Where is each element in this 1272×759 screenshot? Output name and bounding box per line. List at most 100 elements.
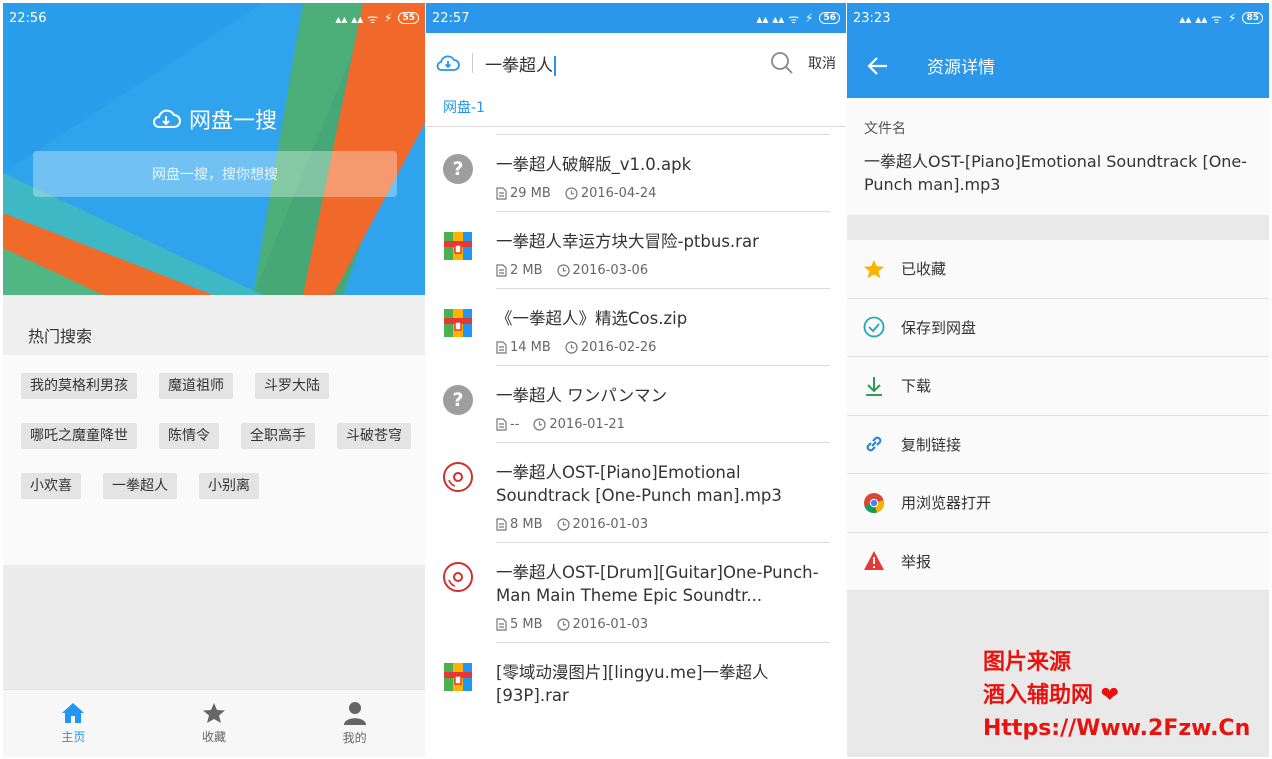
hero-banner: 22:56 ▴▴ ▴▴ ᯤ ⚡ 55 网盘一搜 网盘一搜，搜你想搜 [3,3,425,295]
search-icon[interactable] [770,51,794,75]
brand-text: 网盘一搜 [188,109,277,134]
hot-tag[interactable]: 全职高手 [241,423,315,449]
result-meta: 8 MB 2016-01-03 [496,517,830,532]
file-icon [496,187,507,200]
report-action[interactable]: 举报 [847,533,1269,591]
file-icon [496,518,507,531]
result-item[interactable]: 一拳超人幸运方块大冒险-ptbus.rar 2 MB 2016-03-06 [444,211,830,288]
clock-icon [556,618,570,631]
hot-tag[interactable]: 小别离 [199,473,259,499]
archive-icon [442,230,474,262]
watermark-line: 图片来源 [983,650,1072,675]
file-icon [496,341,507,354]
hot-tag[interactable]: 小欢喜 [21,473,81,499]
result-item[interactable]: ? 一拳超人 ワンパンマン -- 2016-01-21 [443,365,830,442]
unknown-file-icon: ? [442,384,474,416]
link-icon [866,436,882,452]
result-item[interactable]: 一拳超人OST-[Piano]Emotional Soundtrack [One… [443,442,830,542]
page-title: 资源详情 [927,58,995,78]
result-item[interactable]: [零域动漫图片][lingyu.me]一拳超人[93P].rar [444,642,830,717]
hot-tag[interactable]: 陈情令 [159,423,219,449]
file-date: 2016-03-06 [556,263,649,278]
nav-favorites[interactable]: 收藏 [144,690,285,757]
result-item[interactable]: 《一拳超人》精选Cos.zip 14 MB 2016-02-26 [444,288,830,365]
battery-badge: 56 [819,12,840,24]
search-bar: 一拳超人 取消 [426,33,846,93]
result-title: 一拳超人OST-[Piano]Emotional Soundtrack [One… [496,463,782,505]
file-date-value: 2016-01-03 [572,617,649,632]
watermark: 图片来源 酒入辅助网 ❤ Https://Www.2Fzw.Cn [983,646,1250,745]
open-in-browser-label: 用浏览器打开 [901,494,992,513]
hot-tag[interactable]: 斗罗大陆 [255,373,329,399]
open-in-browser-action[interactable]: 用浏览器打开 [847,474,1269,533]
watermark-line: 酒入辅助网 ❤ [983,683,1120,708]
hot-tag-list: 我的莫格利男孩 魔道祖师 斗罗大陆 哪吒之魔童降世 陈情令 全职高手 斗破苍穹 … [3,355,425,565]
charging-icon: ⚡ [805,11,814,25]
unknown-file-icon: ? [442,153,474,185]
nav-home[interactable]: 主页 [3,690,144,757]
chrome-icon [864,492,885,513]
back-arrow-icon[interactable] [867,56,889,76]
file-info: 文件名 一拳超人OST-[Piano]Emotional Soundtrack … [847,98,1269,215]
app-bar: 资源详情 [847,33,1269,98]
search-results-screen: 22:57 ▴▴ ▴▴ ᯤ ⚡ 56 一拳超人 取消 网盘-1 ? 一拳超人破解版… [426,3,846,757]
status-time: 22:57 [432,10,470,26]
archive-icon [442,307,474,339]
battery-badge: 55 [398,12,419,24]
status-icons: ▴▴ ▴▴ ᯤ ⚡ 55 [335,10,419,27]
watermark-line: Https://Www.2Fzw.Cn [983,716,1251,741]
file-date-value: 2016-03-06 [572,263,649,278]
hot-search-heading: 热门搜索 [3,295,425,355]
result-title: 一拳超人 ワンパンマン [496,386,668,405]
text-cursor [554,55,556,76]
hot-tag[interactable]: 一拳超人 [103,473,177,499]
save-to-disk-label: 保存到网盘 [901,318,977,337]
status-icons: ▴▴ ▴▴ ᯤ ⚡ 85 [1179,10,1263,27]
file-date-value: 2016-01-03 [572,517,649,532]
status-bar: 22:56 ▴▴ ▴▴ ᯤ ⚡ 55 [3,3,425,33]
file-icon [496,264,507,277]
hot-tag[interactable]: 斗破苍穹 [337,423,411,449]
result-item[interactable]: ? 一拳超人破解版_v1.0.apk 29 MB 2016-04-24 [443,134,830,211]
hot-tag[interactable]: 哪吒之魔童降世 [21,423,137,449]
hot-tag[interactable]: 魔道祖师 [159,373,233,399]
cloud-download-icon[interactable] [436,54,460,72]
file-size: 14 MB [496,340,551,355]
result-meta: 2 MB 2016-03-06 [496,263,830,278]
download-label: 下载 [901,377,932,396]
clock-icon [533,418,546,431]
charging-icon: ⚡ [1228,11,1237,25]
search-input[interactable]: 一拳超人 [485,51,770,76]
nav-profile[interactable]: 我的 [284,690,425,757]
status-time: 23:23 [853,10,891,26]
check-circle-icon [863,316,885,338]
copy-link-label: 复制链接 [901,435,962,454]
file-date-value: 2016-04-24 [580,186,657,201]
hot-tag[interactable]: 我的莫格利男孩 [21,373,137,399]
result-meta: -- 2016-01-21 [496,417,830,432]
file-size: -- [496,417,519,432]
file-size-value: 29 MB [510,186,551,201]
tab-netdisk-1[interactable]: 网盘-1 [426,93,846,127]
file-date-value: 2016-01-21 [549,417,625,432]
music-disc-icon [442,461,474,493]
save-to-disk-action[interactable]: 保存到网盘 [847,299,1269,357]
file-size-value: 5 MB [510,617,543,632]
file-size-value: 14 MB [510,340,551,355]
favorite-action[interactable]: 已收藏 [847,240,1269,299]
bottom-navigation: 主页 收藏 我的 [3,689,425,757]
result-meta: 5 MB 2016-01-03 [496,617,830,632]
star-icon [203,703,225,723]
cancel-button[interactable]: 取消 [808,53,836,73]
nav-profile-label: 我的 [342,731,367,745]
file-size-value: 8 MB [510,517,543,532]
home-screen: 22:56 ▴▴ ▴▴ ᯤ ⚡ 55 网盘一搜 网盘一搜，搜你想搜 热门搜索 我… [3,3,425,757]
result-title: 《一拳超人》精选Cos.zip [496,309,688,328]
copy-link-action[interactable]: 复制链接 [847,416,1269,474]
result-meta: 14 MB 2016-02-26 [496,340,830,355]
download-action[interactable]: 下载 [847,357,1269,416]
search-input[interactable]: 网盘一搜，搜你想搜 [33,151,397,197]
result-item[interactable]: 一拳超人OST-[Drum][Guitar]One-Punch-Man Main… [443,542,830,642]
empty-area [3,565,425,689]
cloud-download-icon [153,109,181,128]
